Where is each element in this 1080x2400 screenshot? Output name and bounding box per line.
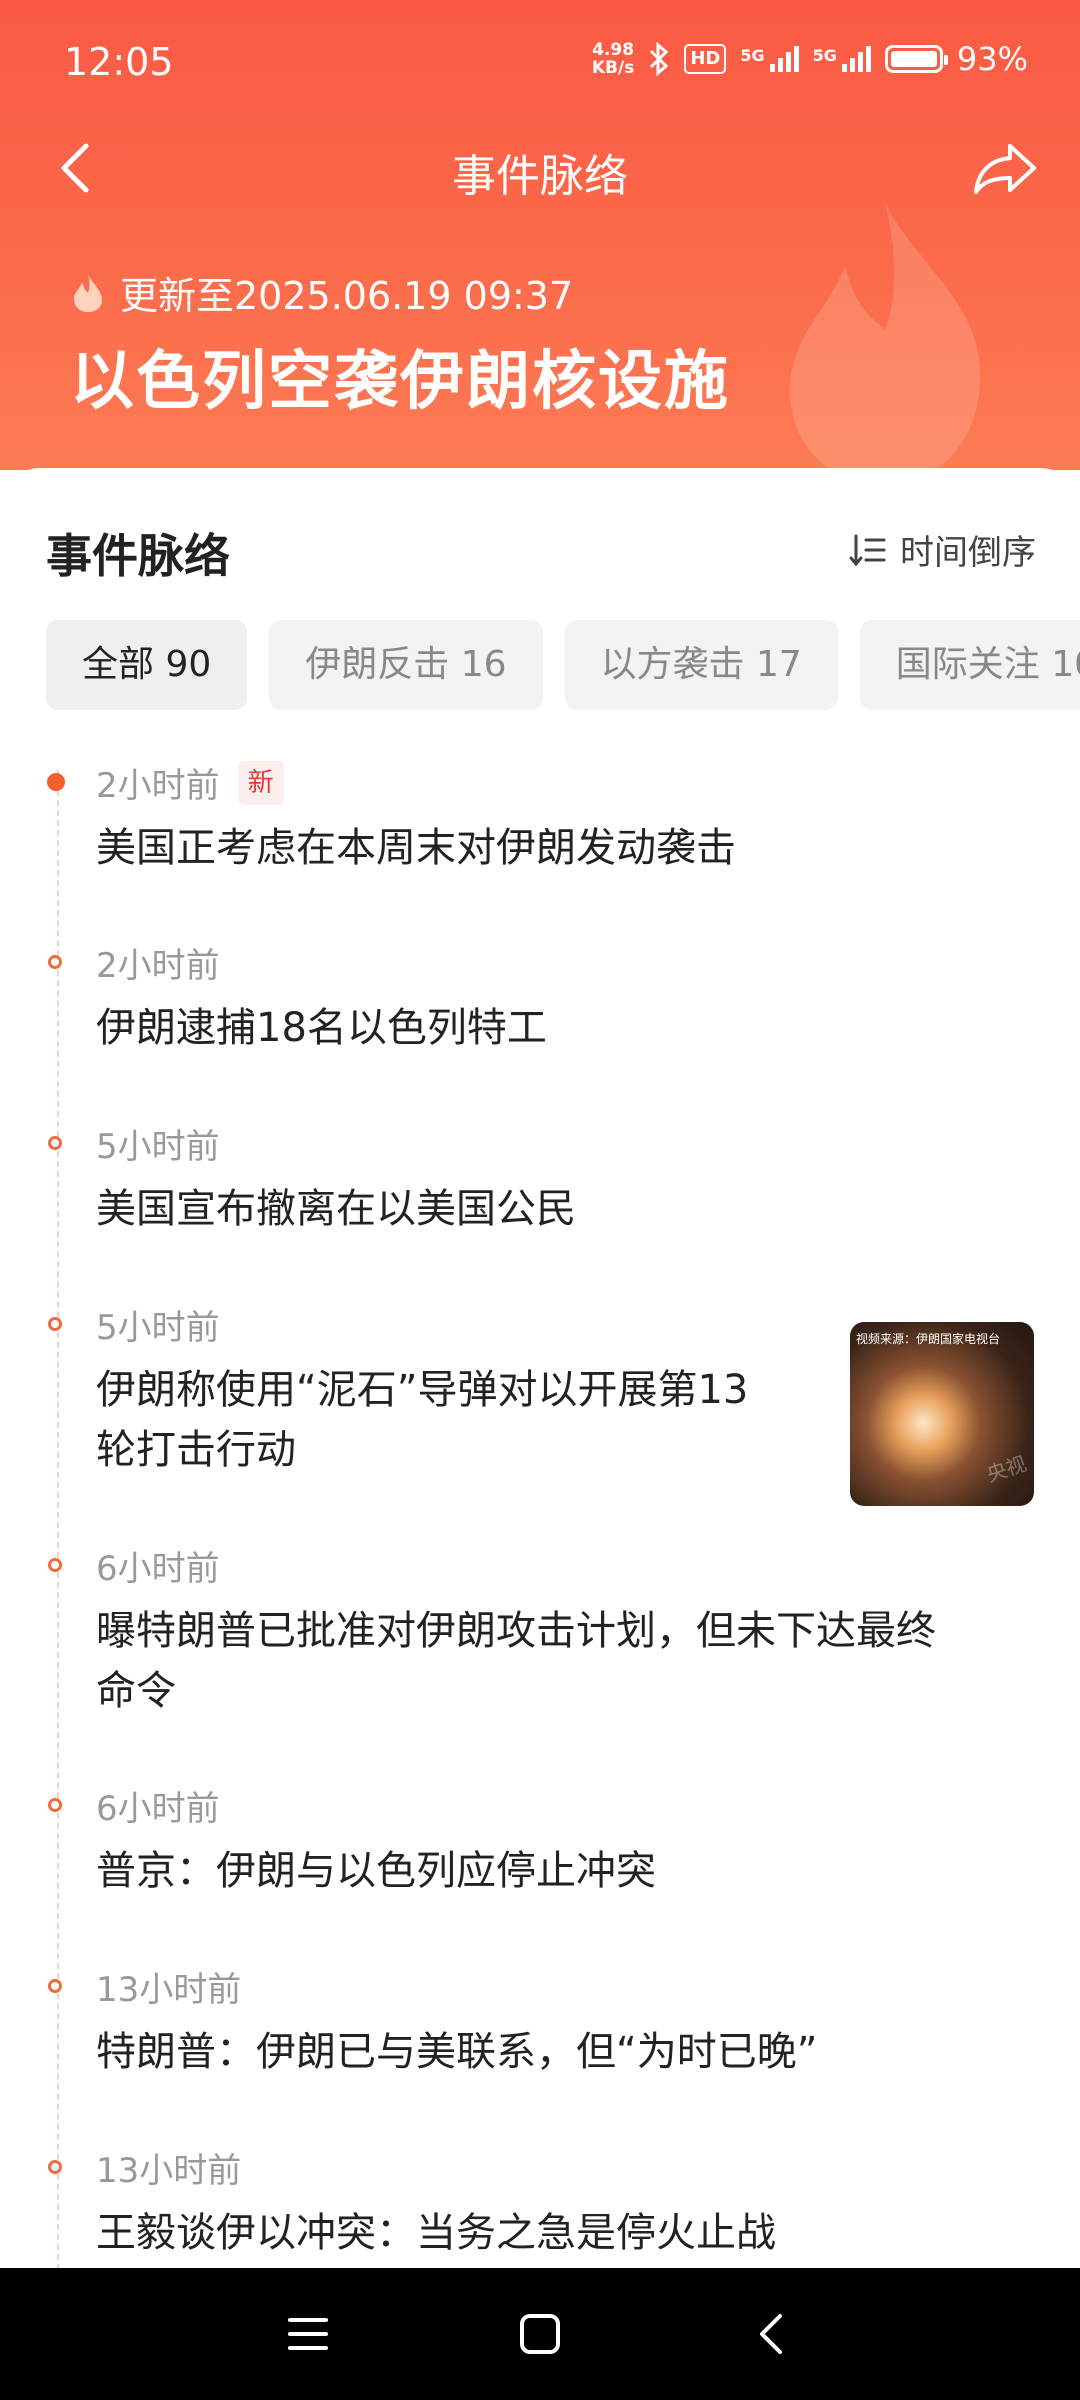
timeline-dot bbox=[48, 1136, 62, 1150]
time-ago: 2小时前 bbox=[96, 766, 220, 806]
time-ago: 13小时前 bbox=[96, 2151, 242, 2191]
thumbnail-caption: 视频来源：伊朗国家电视台 bbox=[856, 1332, 1001, 1346]
timeline-dot bbox=[48, 955, 62, 969]
sort-icon bbox=[849, 534, 886, 566]
tab-all[interactable]: 全部 90 bbox=[46, 620, 248, 710]
battery-icon bbox=[884, 45, 948, 73]
share-icon[interactable] bbox=[970, 136, 1040, 200]
section-title: 事件脉络 bbox=[46, 529, 230, 583]
new-badge: 新 bbox=[237, 760, 284, 805]
speed-value: 4.98 bbox=[592, 40, 635, 60]
timeline-dot bbox=[48, 2160, 62, 2174]
item-title: 伊朗逮捕18名以色列特工 bbox=[96, 1005, 547, 1051]
tab-international[interactable]: 国际关注 10 bbox=[859, 620, 1080, 710]
item-title-line1: 伊朗称使用“泥石”导弹对以开展第13 bbox=[96, 1367, 749, 1413]
time-ago: 6小时前 bbox=[96, 1789, 220, 1829]
back-triangle-icon[interactable] bbox=[746, 2308, 798, 2360]
nav-bar: 事件脉络 bbox=[0, 130, 1080, 210]
bluetooth-icon bbox=[650, 42, 669, 76]
video-thumbnail[interactable]: 视频来源：伊朗国家电视台 央视 bbox=[850, 1322, 1034, 1506]
item-title: 特朗普：伊朗已与美联系，但“为时已晚” bbox=[96, 2029, 818, 2075]
hero-banner: 12:05 4.98 KB/s HD 5G 5G 93% 事件脉络 更新至202… bbox=[0, 0, 1080, 470]
filter-tabs: 全部 90 伊朗反击 16 以方袭击 17 国际关注 10 bbox=[46, 620, 1080, 710]
timeline-dot bbox=[48, 1798, 62, 1812]
status-bar: 12:05 4.98 KB/s HD 5G 5G 93% bbox=[0, 0, 1080, 120]
flame-watermark-icon bbox=[790, 202, 981, 470]
flame-icon bbox=[74, 274, 102, 312]
time-ago: 6小时前 bbox=[96, 1549, 220, 1589]
item-title-line1: 曝特朗普已批准对伊朗攻击计划，但未下达最终 bbox=[96, 1608, 936, 1654]
time-ago: 5小时前 bbox=[96, 1308, 220, 1348]
tab-iran-counterattack[interactable]: 伊朗反击 16 bbox=[269, 620, 543, 710]
item-title: 王毅谈伊以冲突：当务之急是停火止战 bbox=[96, 2210, 776, 2256]
timeline-dot bbox=[48, 1317, 62, 1331]
time-ago: 5小时前 bbox=[96, 1127, 220, 1167]
timeline-line bbox=[57, 770, 59, 2310]
time-ago: 2小时前 bbox=[96, 946, 220, 986]
event-headline: 以色列空袭伊朗核设施 bbox=[70, 345, 730, 419]
timeline-dot bbox=[48, 1558, 62, 1572]
timeline-dot bbox=[47, 773, 65, 791]
home-square-icon[interactable] bbox=[514, 2308, 566, 2360]
menu-icon[interactable] bbox=[282, 2308, 334, 2360]
speed-unit: KB/s bbox=[591, 58, 635, 78]
page-title: 事件脉络 bbox=[452, 151, 628, 202]
item-title-line2: 命令 bbox=[96, 1668, 176, 1714]
update-text: 更新至2025.06.19 09:37 bbox=[120, 274, 574, 318]
item-title-line2: 轮打击行动 bbox=[96, 1427, 296, 1473]
tab-israel-attack[interactable]: 以方袭击 17 bbox=[564, 620, 838, 710]
battery-percent: 93% bbox=[956, 40, 1028, 78]
clock: 12:05 bbox=[64, 40, 174, 84]
sort-label: 时间倒序 bbox=[900, 533, 1036, 573]
hd-voice-icon: HD bbox=[684, 44, 727, 74]
item-title: 美国正考虑在本周末对伊朗发动袭击 bbox=[96, 825, 736, 871]
update-time: 更新至2025.06.19 09:37 bbox=[70, 265, 573, 320]
item-title: 普京：伊朗与以色列应停止冲突 bbox=[96, 1848, 656, 1894]
sim1-label: 5G bbox=[740, 46, 765, 65]
time-ago: 13小时前 bbox=[96, 1970, 242, 2010]
system-nav-bar bbox=[0, 2268, 1080, 2400]
thumbnail-watermark: 央视 bbox=[983, 1451, 1030, 1487]
sort-toggle[interactable]: 时间倒序 bbox=[848, 525, 1036, 574]
signal-sim2-icon: 5G bbox=[813, 46, 871, 72]
sim2-label: 5G bbox=[812, 46, 837, 65]
timeline-dot bbox=[48, 1979, 62, 1993]
item-title: 美国宣布撤离在以美国公民 bbox=[96, 1186, 576, 1232]
signal-sim1-icon: 5G bbox=[740, 46, 799, 72]
network-speed: 4.98 KB/s bbox=[592, 41, 634, 77]
